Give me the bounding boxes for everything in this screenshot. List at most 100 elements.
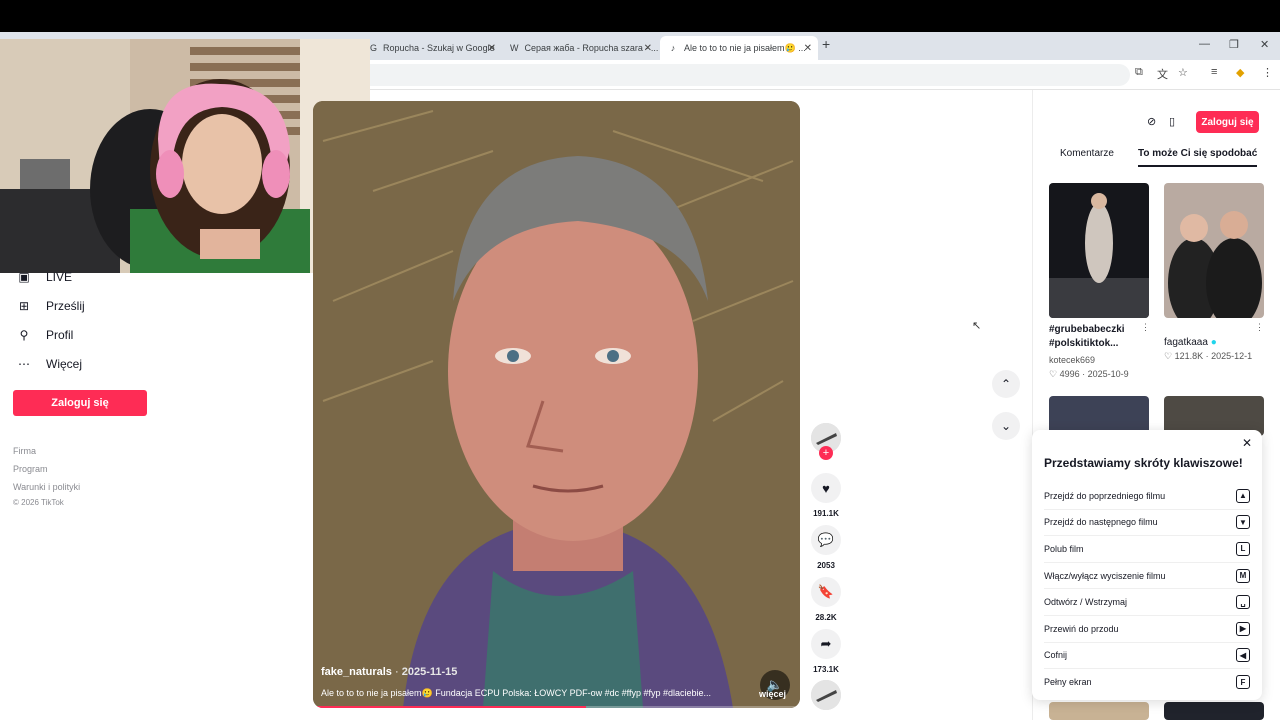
shortcut-row: Odtwórz / Wstrzymaj ␣ — [1044, 589, 1250, 616]
browser-tab-google[interactable]: G Ropucha - Szukaj w Google ✕ — [362, 36, 502, 60]
tab-label: Ropucha - Szukaj w Google — [383, 43, 495, 53]
video-meta: fake_naturals · 2025-11-15 — [321, 666, 457, 678]
login-button[interactable]: Zaloguj się — [13, 390, 147, 416]
extension-icon[interactable]: ◆ — [1236, 66, 1244, 79]
shortcuts-title: Przedstawiamy skróty klawiszowe! — [1044, 456, 1243, 470]
sidebar-item-label: Profil — [46, 328, 74, 342]
shortcut-label: Pełny ekran — [1044, 677, 1092, 688]
heart-outline-icon: ♡ — [1049, 369, 1060, 379]
thumbnail-stats: ♡ 121.8K · 2025-12-1 — [1164, 351, 1253, 361]
thumbnail-image — [1049, 702, 1149, 720]
close-icon[interactable]: ✕ — [644, 43, 652, 54]
like-action[interactable]: ♥ 191.1K — [811, 473, 841, 518]
window-close-icon[interactable]: ✕ — [1260, 38, 1269, 51]
next-video-button[interactable]: ⌄ — [992, 412, 1020, 440]
comment-action[interactable]: 💬 2053 — [811, 525, 841, 570]
compass-icon[interactable]: ⊘ — [1147, 115, 1156, 128]
shortcut-label: Przejdź do poprzedniego filmu — [1044, 490, 1166, 501]
like-count: 191.1K — [813, 509, 839, 518]
live-icon: ▣ — [18, 270, 30, 284]
google-icon: G — [370, 43, 378, 53]
comment-icon[interactable]: 💬 — [811, 525, 841, 555]
close-icon[interactable]: ✕ — [1242, 436, 1252, 450]
tiktok-icon: ♪ — [670, 43, 676, 53]
music-disc[interactable] — [811, 680, 841, 710]
shortcut-key-icon: M — [1236, 568, 1250, 583]
thumbnail-likes: 4996 — [1059, 369, 1080, 379]
url-input[interactable] — [280, 64, 1130, 86]
footer-link-program[interactable]: Program — [13, 464, 48, 474]
follow-plus-button[interactable]: + — [819, 446, 833, 460]
translate-icon[interactable]: 文 — [1157, 66, 1168, 82]
shortcut-key-icon: L — [1236, 541, 1250, 556]
recommended-thumbnail[interactable] — [1164, 183, 1264, 318]
recommended-thumbnail[interactable] — [1049, 183, 1149, 318]
tab-recommended[interactable]: To może Ci się spodobać — [1138, 148, 1258, 167]
shortcut-row: Przejdź do poprzedniego filmu ▲ — [1044, 483, 1250, 510]
sidebar-item-live[interactable]: ▣ LIVE — [16, 270, 72, 284]
bookmark-icon[interactable]: 🔖 — [811, 577, 841, 607]
video-date: 2025-11-15 — [401, 666, 458, 678]
share-action[interactable]: ➦ 173.1K — [811, 629, 841, 674]
browser-tab-tiktok[interactable]: ♪ Ale to to to nie ja pisałem🥲 ... ✕ — [660, 36, 818, 60]
browser-tab-wikipedia[interactable]: W Серая жаба - Ropucha szara - ... ✕ — [502, 36, 658, 60]
chevron-up-icon: ⌃ — [1000, 377, 1012, 391]
comment-count: 2053 — [817, 561, 835, 570]
thumbnail-title[interactable]: #grubebabeczki #polskitiktok... — [1049, 323, 1137, 351]
footer-link-company[interactable]: Firma — [13, 446, 36, 456]
tab-label: Ale to to to nie ja pisałem🥲 ... — [684, 42, 806, 53]
thumbnail-image — [1164, 183, 1264, 318]
sidebar-item-label: LIVE — [46, 270, 73, 284]
video-progress-bar[interactable] — [313, 706, 800, 708]
sidebar-item-profile[interactable]: ⚲ Profil — [16, 328, 74, 342]
thumbnail-user[interactable]: kotecek669 — [1049, 355, 1095, 365]
keyboard-shortcuts-popup: ✕ Przedstawiamy skróty klawiszowe! Przej… — [1032, 430, 1262, 700]
video-player[interactable]: fake_naturals · 2025-11-15 Ale to to to … — [313, 101, 800, 708]
thumbnail-stats: ♡ 4996 · 2025-10-9 — [1049, 369, 1129, 379]
shortcut-row: Pełny ekran F — [1044, 669, 1250, 696]
browser-menu-icon[interactable]: ⋮ — [1262, 66, 1273, 79]
more-link[interactable]: więcej — [759, 689, 786, 699]
shortcut-label: Przejdź do następnego filmu — [1044, 517, 1158, 528]
close-icon[interactable]: ✕ — [488, 43, 496, 54]
thumbnail-user[interactable]: fagatkaaa ● — [1164, 337, 1217, 348]
profile-icon: ⚲ — [19, 328, 29, 342]
share-icon[interactable]: ➦ — [811, 629, 841, 659]
shortcut-label: Przewiń do przodu — [1044, 623, 1119, 634]
minimize-icon[interactable]: — — [1199, 38, 1210, 50]
shortcut-row: Przejdź do następnego filmu ▼ — [1044, 510, 1250, 537]
new-tab-button[interactable]: + — [822, 36, 830, 52]
sidebar-item-more[interactable]: ⋯ Więcej — [16, 357, 82, 371]
sidebar-item-label: Prześlij — [46, 299, 85, 313]
heart-icon[interactable]: ♥ — [811, 473, 841, 503]
login-button-header[interactable]: Zaloguj się — [1196, 111, 1259, 133]
video-author[interactable]: fake_naturals — [321, 666, 392, 678]
more-options-icon[interactable]: ⋮ — [1255, 322, 1264, 333]
more-icon: ⋯ — [18, 357, 30, 371]
playlist-icon[interactable]: ≡ — [1211, 66, 1217, 78]
save-action[interactable]: 🔖 28.2K — [811, 577, 841, 622]
more-options-icon[interactable]: ⋮ — [1141, 322, 1150, 333]
tab-comments[interactable]: Komentarze — [1060, 148, 1114, 159]
shortcut-label: Cofnij — [1044, 650, 1068, 661]
recommended-thumbnail[interactable] — [1049, 702, 1149, 720]
cast-icon[interactable]: ⧉ — [1135, 66, 1143, 79]
shortcut-key-icon: F — [1236, 675, 1250, 690]
thumbnail-date: 2025-12-1 — [1211, 351, 1253, 361]
bookmark-star-icon[interactable]: ☆ — [1178, 66, 1188, 79]
shortcut-row: Przewiń do przodu ▶ — [1044, 616, 1250, 643]
tab-label: Серая жаба - Ropucha szara - ... — [524, 43, 659, 53]
heart-outline-icon: ♡ — [1164, 351, 1175, 361]
chevron-down-icon: ⌄ — [1000, 419, 1012, 433]
restore-icon[interactable]: ❐ — [1229, 38, 1239, 51]
shortcut-key-icon: ▲ — [1236, 488, 1250, 503]
sidebar-item-upload[interactable]: ⊞ Prześlij — [16, 299, 85, 313]
save-count: 28.2K — [815, 613, 837, 622]
footer-link-terms[interactable]: Warunki i polityki — [13, 482, 80, 492]
phone-icon[interactable]: ▯ — [1169, 115, 1175, 128]
previous-video-button[interactable]: ⌃ — [992, 370, 1020, 398]
close-icon[interactable]: ✕ — [804, 43, 812, 54]
thumbnail-image — [1049, 183, 1149, 318]
wikipedia-icon: W — [510, 43, 519, 53]
recommended-thumbnail[interactable] — [1164, 702, 1264, 720]
